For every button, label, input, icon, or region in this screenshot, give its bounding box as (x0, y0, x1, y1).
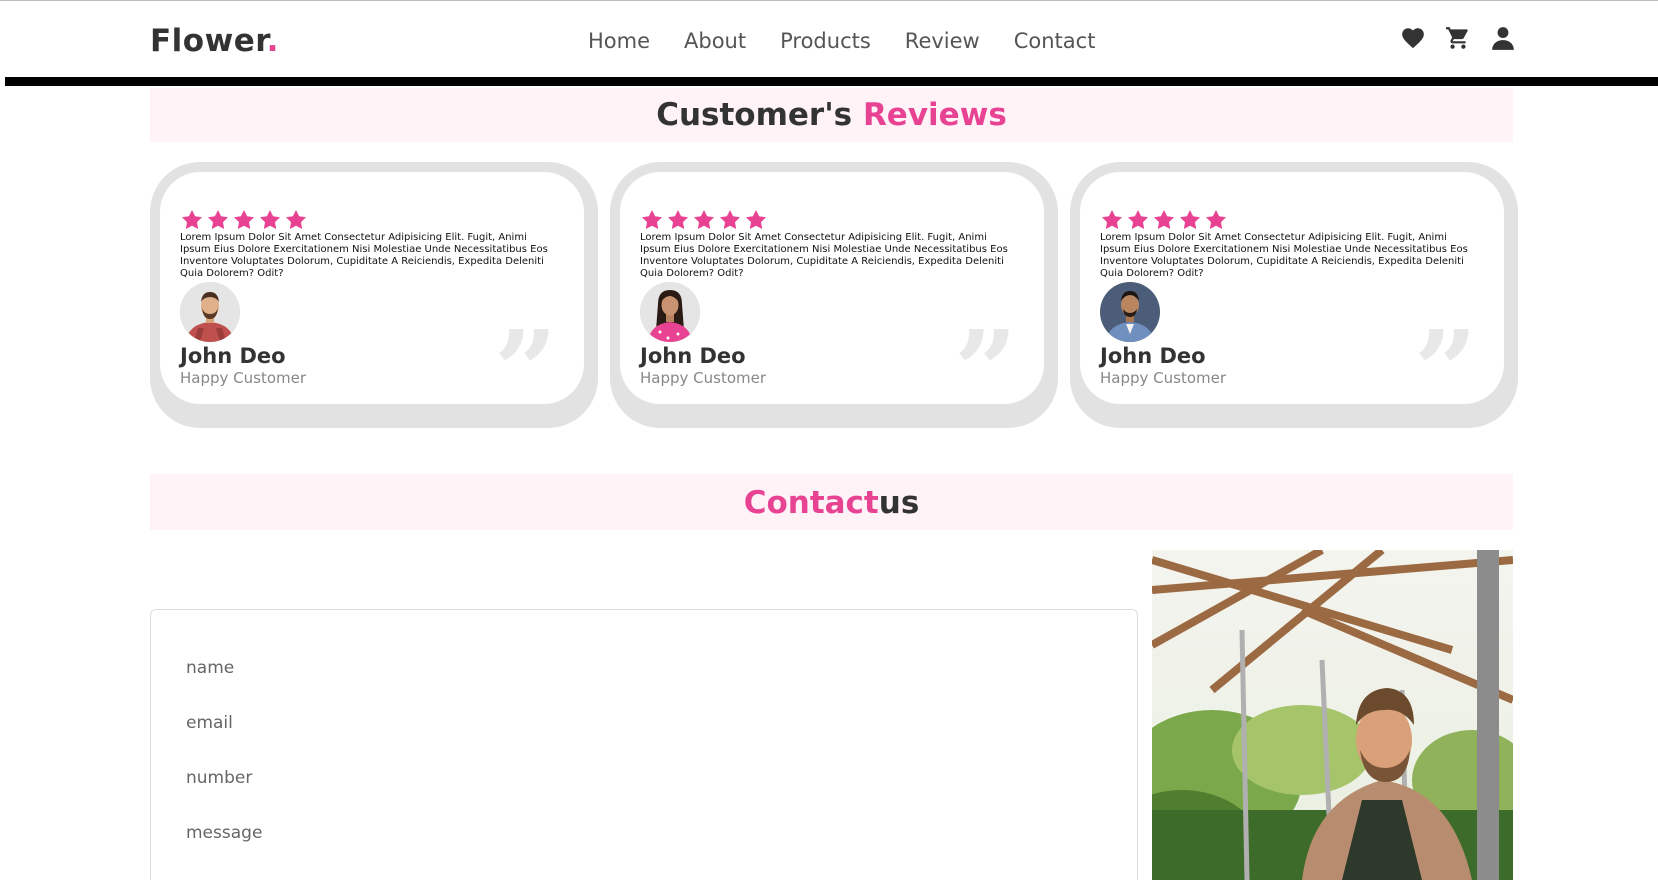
reviewer-name: John Deo (640, 344, 746, 368)
star-icon (208, 210, 228, 230)
contact-heading: Contactus (150, 474, 1513, 530)
reviews-heading: Customer's Reviews (150, 88, 1513, 142)
reviewer-role: Happy Customer (1100, 369, 1227, 387)
number-input[interactable] (186, 758, 1086, 798)
email-input[interactable] (186, 703, 1086, 743)
star-icon (260, 210, 280, 230)
star-rating (640, 208, 768, 232)
reviewer-name: John Deo (1100, 344, 1206, 368)
contact-image (1152, 550, 1513, 880)
nav-products[interactable]: Products (780, 29, 871, 53)
nav-home[interactable]: Home (588, 29, 650, 53)
avatar (640, 282, 700, 342)
nav-review[interactable]: Review (905, 29, 980, 53)
avatar (180, 282, 240, 342)
star-icon (234, 210, 254, 230)
main-nav: Home About Products Review Contact (588, 29, 1129, 53)
review-card-inner: Lorem Ipsum Dolor Sit Amet Consectetur A… (1080, 172, 1504, 426)
review-card: Lorem Ipsum Dolor Sit Amet Consectetur A… (1070, 162, 1518, 428)
star-icon (720, 210, 740, 230)
name-input[interactable] (186, 648, 1086, 688)
contact-form (150, 609, 1138, 880)
review-card: Lorem Ipsum Dolor Sit Amet Consectetur A… (610, 162, 1058, 428)
avatar (1100, 282, 1160, 342)
header-icons (1400, 25, 1516, 51)
star-icon (1102, 210, 1122, 230)
review-card-inner: Lorem Ipsum Dolor Sit Amet Consectetur A… (620, 172, 1044, 426)
star-icon (1154, 210, 1174, 230)
nav-about[interactable]: About (684, 29, 746, 53)
review-text: Lorem Ipsum Dolor Sit Amet Consectetur A… (1100, 232, 1468, 279)
star-rating (1100, 208, 1228, 232)
review-text: Lorem Ipsum Dolor Sit Amet Consectetur A… (180, 232, 548, 279)
star-icon (1180, 210, 1200, 230)
user-icon[interactable] (1490, 25, 1516, 51)
review-card-inner: Lorem Ipsum Dolor Sit Amet Consectetur A… (160, 172, 584, 426)
star-icon (182, 210, 202, 230)
reviewer-name: John Deo (180, 344, 286, 368)
site-header: Flower. Home About Products Review Conta… (0, 0, 1658, 77)
star-icon (746, 210, 766, 230)
reviewer-role: Happy Customer (180, 369, 307, 387)
logo[interactable]: Flower. (150, 23, 279, 59)
star-icon (694, 210, 714, 230)
star-rating (180, 208, 308, 232)
review-card: Lorem Ipsum Dolor Sit Amet Consectetur A… (150, 162, 598, 428)
cart-icon[interactable] (1445, 25, 1471, 51)
review-text: Lorem Ipsum Dolor Sit Amet Consectetur A… (640, 232, 1008, 279)
star-icon (668, 210, 688, 230)
quote-icon: ” (1414, 306, 1478, 435)
reviewer-role: Happy Customer (640, 369, 767, 387)
heart-icon[interactable] (1400, 25, 1426, 51)
header-divider (5, 77, 1658, 86)
star-icon (1206, 210, 1226, 230)
message-input[interactable] (186, 813, 1086, 853)
nav-contact[interactable]: Contact (1014, 29, 1096, 53)
star-icon (642, 210, 662, 230)
star-icon (286, 210, 306, 230)
quote-icon: ” (494, 306, 558, 435)
quote-icon: ” (954, 306, 1018, 435)
star-icon (1128, 210, 1148, 230)
